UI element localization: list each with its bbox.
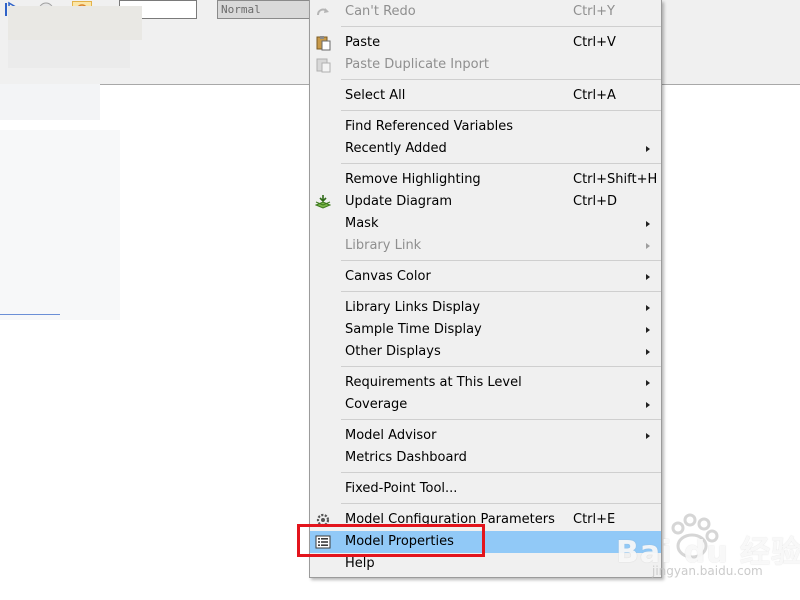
submenu-arrow-icon xyxy=(646,221,650,227)
menu-separator xyxy=(341,79,661,80)
menu-item-update-diagram[interactable]: Update Diagram Ctrl+D xyxy=(310,191,661,213)
blurred-region xyxy=(8,40,130,68)
menu-item-label: Recently Added xyxy=(345,141,447,156)
menu-item-label: Paste xyxy=(345,35,381,50)
menu-item-library-links-display[interactable]: Library Links Display xyxy=(310,297,661,319)
menu-item-label: Update Diagram xyxy=(345,194,453,209)
menu-separator xyxy=(341,366,661,367)
menu-item-remove-highlighting[interactable]: Remove Highlighting Ctrl+Shift+H xyxy=(310,169,661,191)
menu-item-label: Coverage xyxy=(345,397,408,412)
menu-separator xyxy=(341,260,661,261)
context-menu: Can't Redo Ctrl+Y Paste Ctrl+V Paste Dup… xyxy=(309,0,662,578)
simulation-mode-select[interactable]: Normal xyxy=(217,0,313,19)
menu-item-cant-redo[interactable]: Can't Redo Ctrl+Y xyxy=(310,1,661,23)
menu-item-label: Requirements at This Level xyxy=(345,375,522,390)
menu-separator xyxy=(341,110,661,111)
menu-separator xyxy=(341,26,661,27)
submenu-arrow-icon xyxy=(646,243,650,249)
menu-item-label: Metrics Dashboard xyxy=(345,450,467,465)
menu-item-model-advisor[interactable]: Model Advisor xyxy=(310,425,661,447)
submenu-arrow-icon xyxy=(646,433,650,439)
menu-separator xyxy=(341,503,661,504)
menu-item-paste[interactable]: Paste Ctrl+V xyxy=(310,32,661,54)
menu-item-canvas-color[interactable]: Canvas Color xyxy=(310,266,661,288)
menu-item-shortcut: Ctrl+D xyxy=(573,194,618,209)
menu-item-label: Canvas Color xyxy=(345,269,431,284)
menu-item-label: Other Displays xyxy=(345,344,441,359)
annotation-highlight-box xyxy=(297,524,485,557)
menu-item-shortcut: Ctrl+E xyxy=(573,512,616,527)
submenu-arrow-icon xyxy=(646,402,650,408)
menu-item-label: Remove Highlighting xyxy=(345,172,481,187)
menu-item-label: Select All xyxy=(345,88,406,103)
menu-item-label: Model Advisor xyxy=(345,428,437,443)
blurred-region xyxy=(0,130,120,320)
submenu-arrow-icon xyxy=(646,305,650,311)
submenu-arrow-icon xyxy=(646,146,650,152)
menu-item-label: Mask xyxy=(345,216,379,231)
menu-item-label: Library Link xyxy=(345,238,422,253)
menu-item-metrics-dashboard[interactable]: Metrics Dashboard xyxy=(310,447,661,469)
menu-item-fixed-point-tool[interactable]: Fixed-Point Tool... xyxy=(310,478,661,500)
menu-item-label: Fixed-Point Tool... xyxy=(345,481,458,496)
menu-separator xyxy=(341,163,661,164)
menu-item-find-referenced-variables[interactable]: Find Referenced Variables xyxy=(310,116,661,138)
signal-line xyxy=(0,314,60,315)
submenu-arrow-icon xyxy=(646,380,650,386)
paste-duplicate-icon xyxy=(315,57,331,73)
submenu-arrow-icon xyxy=(646,327,650,333)
menu-item-requirements-at-this-level[interactable]: Requirements at This Level xyxy=(310,372,661,394)
submenu-arrow-icon xyxy=(646,349,650,355)
menu-item-label: Paste Duplicate Inport xyxy=(345,57,490,72)
menu-item-shortcut: Ctrl+Y xyxy=(573,4,615,19)
menu-item-label: Sample Time Display xyxy=(345,322,482,337)
menu-item-library-link[interactable]: Library Link xyxy=(310,235,661,257)
menu-item-label: Library Links Display xyxy=(345,300,481,315)
menu-item-select-all[interactable]: Select All Ctrl+A xyxy=(310,85,661,107)
menu-separator xyxy=(341,419,661,420)
menu-item-recently-added[interactable]: Recently Added xyxy=(310,138,661,160)
paste-icon xyxy=(315,35,331,51)
menu-item-shortcut: Ctrl+V xyxy=(573,35,616,50)
menu-item-label: Find Referenced Variables xyxy=(345,119,514,134)
menu-item-paste-duplicate-inport[interactable]: Paste Duplicate Inport xyxy=(310,54,661,76)
menu-item-sample-time-display[interactable]: Sample Time Display xyxy=(310,319,661,341)
redo-icon xyxy=(315,4,331,20)
submenu-arrow-icon xyxy=(646,274,650,280)
update-diagram-icon xyxy=(314,194,332,210)
menu-item-other-displays[interactable]: Other Displays xyxy=(310,341,661,363)
menu-item-mask[interactable]: Mask xyxy=(310,213,661,235)
menu-item-coverage[interactable]: Coverage xyxy=(310,394,661,416)
watermark-url: jingyan.baidu.com xyxy=(652,564,763,578)
menu-separator xyxy=(341,472,661,473)
menu-item-label: Can't Redo xyxy=(345,4,416,19)
menu-separator xyxy=(341,291,661,292)
menu-item-shortcut: Ctrl+A xyxy=(573,88,616,103)
blurred-region xyxy=(8,6,142,40)
blurred-region xyxy=(0,84,100,120)
menu-item-shortcut: Ctrl+Shift+H xyxy=(573,172,658,187)
